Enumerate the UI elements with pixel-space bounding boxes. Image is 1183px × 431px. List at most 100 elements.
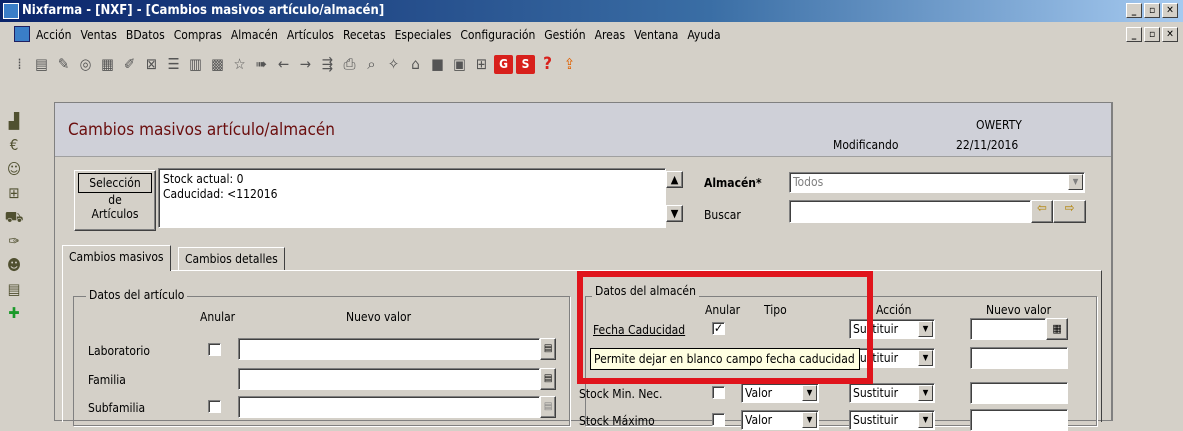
home-icon[interactable]: ⌂ [406,55,425,74]
app-icon[interactable] [3,3,19,19]
menu-accion[interactable]: Acción [36,22,72,48]
s-icon[interactable]: S [516,54,535,74]
stock-max-anular-checkbox[interactable] [712,413,725,426]
arrow-right-icon[interactable]: → [296,55,315,74]
stop-icon[interactable]: ■ [428,55,447,74]
articulo-nuevo-header: Nuevo valor [346,310,412,324]
stock-max-tipo-select[interactable]: Valor ▼ [741,410,819,430]
subfamilia-input[interactable] [238,396,540,418]
form-icon[interactable]: ✐ [120,55,139,74]
upload-icon[interactable]: ⇪ [560,55,579,74]
toolbar: ⁞ ▤ ✎ ◎ ▦ ✐ ⊠ ☰ ▥ ▩ ☆ ➠ ← → ⇶ ⎙ ⌕ ✧ ⌂ ■ … [0,48,1183,80]
print-icon[interactable]: ⎙ [340,55,359,74]
stock-min-anular-checkbox[interactable] [712,386,725,399]
grip-icon: ⁞ [17,54,22,73]
cart-side-icon[interactable]: ⊞ [4,184,24,202]
mdi-restore-button[interactable]: ▫ [1144,27,1160,42]
chevron-down-icon[interactable]: ▼ [918,385,933,401]
stock-min-accion-select[interactable]: Sustituir ▼ [849,383,935,403]
select-articles-button[interactable]: Selección de Artículos [74,170,156,231]
help-icon[interactable]: ? [538,54,557,74]
laboratorio-anular-checkbox[interactable] [208,343,221,356]
clipboard-icon[interactable]: ▣ [450,55,469,74]
van-icon[interactable]: ⛟ [4,208,24,226]
buscar-label: Buscar [704,208,741,222]
menu-recetas[interactable]: Recetas [343,22,386,48]
grid-icon[interactable]: ▩ [208,55,227,74]
menu-articulos[interactable]: Artículos [287,22,334,48]
document-icon[interactable]: ▤ [32,55,51,74]
selection-criteria-box[interactable]: Stock actual: 0 Caducidad: <112016 [158,168,666,228]
menu-especiales[interactable]: Especiales [395,22,452,48]
subfamilia-anular-checkbox[interactable] [208,400,221,413]
menu-compras[interactable]: Compras [174,22,222,48]
menu-ventas[interactable]: Ventas [81,22,117,48]
menu-configuracion[interactable]: Configuración [460,22,535,48]
laboratorio-lookup-icon[interactable]: ▤ [540,338,556,360]
list-icon[interactable]: ☰ [164,55,183,74]
buscar-input[interactable] [789,200,1031,223]
row2-nuevo-input[interactable] [970,347,1068,369]
scroll-up-button[interactable]: ▲ [666,171,683,188]
star-icon[interactable]: ☆ [230,55,249,74]
stock-max-label: Stock Máximo [579,414,655,428]
database-icon[interactable]: ◎ [76,55,95,74]
arrow-left-icon[interactable]: ← [274,55,293,74]
user-icon[interactable]: ☺ [4,160,24,178]
stock-min-nuevo-input[interactable] [970,382,1068,404]
desktop-area [1112,102,1183,421]
articulo-group-title: Datos del artículo [86,288,188,302]
safe-icon[interactable]: ▟ [4,112,24,130]
minimize-button[interactable]: _ [1126,3,1142,18]
scroll-down-button[interactable]: ▼ [666,205,683,222]
menu-ventana[interactable]: Ventana [634,22,678,48]
tab-cambios-detalles[interactable]: Cambios detalles [178,247,285,270]
laboratorio-input[interactable] [238,338,540,360]
import-icon[interactable]: ⇶ [318,55,337,74]
search-icon[interactable]: ⌕ [362,55,381,74]
export-icon[interactable]: ➠ [252,55,271,74]
pen-icon[interactable]: ✑ [4,232,24,250]
stock-max-nuevo-input[interactable] [970,409,1068,431]
tab-cambios-masivos[interactable]: Cambios masivos [62,245,171,271]
menu-almacen[interactable]: Almacén [231,22,278,48]
stock-min-tipo-select[interactable]: Valor ▼ [741,383,819,403]
pharmacy-cross-icon[interactable]: ✚ [4,304,24,322]
menu-areas[interactable]: Areas [595,22,625,48]
chevron-down-icon[interactable]: ▼ [918,412,933,428]
register-icon[interactable]: ▤ [4,280,24,298]
mdi-close-button[interactable]: ✕ [1162,27,1178,42]
chevron-down-icon[interactable]: ▼ [918,321,933,337]
calendar-icon[interactable]: ▦ [1046,318,1068,340]
subfamilia-lookup-icon[interactable]: ▤ [540,396,556,418]
prev-arrow-icon[interactable]: ⇦ [1031,200,1053,223]
cart-icon[interactable]: ⊞ [472,55,491,74]
stock-max-accion-value: Sustituir [853,413,899,427]
menu-ayuda[interactable]: Ayuda [687,22,720,48]
menu-gestion[interactable]: Gestión [544,22,585,48]
stock-max-accion-select[interactable]: Sustituir ▼ [849,410,935,430]
chevron-down-icon[interactable]: ▼ [918,350,933,366]
mdi-minimize-button[interactable]: _ [1126,27,1142,42]
calc-icon[interactable]: ▦ [98,55,117,74]
familia-input[interactable] [238,368,540,390]
chevron-down-icon[interactable]: ▼ [802,385,817,401]
close-button[interactable]: ✕ [1162,3,1178,18]
menu-bdatos[interactable]: BDatos [126,22,165,48]
next-arrow-icon[interactable]: ⇨ [1053,200,1086,223]
stock-min-accion-value: Sustituir [853,386,899,400]
familia-lookup-icon[interactable]: ▤ [540,368,556,390]
fecha-caducidad-input[interactable] [970,318,1046,340]
restore-button[interactable]: ▫ [1144,3,1160,18]
wand-icon[interactable]: ✧ [384,55,403,74]
almacen-select[interactable]: Todos ▼ [789,172,1085,193]
people-icon[interactable]: ☻ [4,256,24,274]
euro-icon[interactable]: € [4,136,24,154]
chevron-down-icon[interactable]: ▼ [1068,174,1083,190]
edit-icon[interactable]: ✎ [54,55,73,74]
table-icon[interactable]: ▥ [186,55,205,74]
chevron-down-icon[interactable]: ▼ [802,412,817,428]
box-icon[interactable]: ⊠ [142,55,161,74]
g-icon[interactable]: G [494,54,513,74]
highlight-box [577,271,873,384]
